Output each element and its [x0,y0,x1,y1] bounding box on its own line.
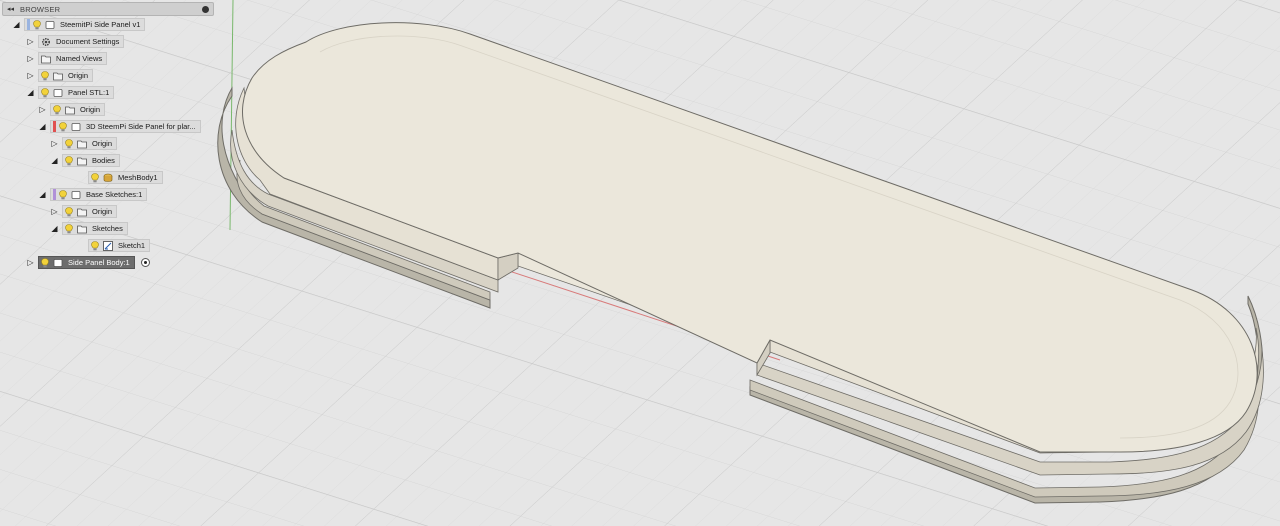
browser-node-label: Side Panel Body:1 [68,258,130,267]
collapsed-triangle-icon[interactable]: ▷ [50,139,59,148]
collapsed-triangle-icon[interactable]: ▷ [26,37,35,46]
browser-node-label: Origin [92,139,113,148]
collapsed-triangle-icon[interactable]: ▷ [38,105,47,114]
pin-panel-icon[interactable] [202,5,209,13]
browser-node-label: SteemitPi Side Panel v1 [60,20,141,29]
browser-row[interactable]: ◢ Sketches [50,222,128,235]
browser-node-label: Document Settings [56,37,120,46]
folder-icon [77,156,87,166]
component-icon [71,122,81,132]
component-icon [53,88,63,98]
browser-node-label: Origin [92,207,113,216]
browser-node[interactable]: Base Sketches:1 [50,188,148,201]
browser-row[interactable]: ▷ Side Panel Body:1 [26,256,150,269]
sketch-icon [103,240,113,251]
browser-node[interactable]: Side Panel Body:1 [38,256,135,269]
visibility-bulb-icon[interactable] [91,240,99,251]
browser-node[interactable]: Document Settings [38,35,125,48]
visibility-bulb-icon[interactable] [41,70,49,81]
browser-node[interactable]: SteemitPi Side Panel v1 [24,18,146,31]
browser-node[interactable]: Named Views [38,52,108,65]
visibility-bulb-icon[interactable] [65,206,73,217]
expanded-triangle-icon[interactable]: ◢ [38,122,47,131]
expanded-triangle-icon[interactable]: ◢ [50,224,59,233]
component-icon [45,20,55,30]
component-color-bar [27,19,30,30]
browser-row[interactable]: ◢ SteemitPi Side Panel v1 [12,18,146,31]
visibility-bulb-icon[interactable] [65,155,73,166]
browser-node[interactable]: Origin [62,205,118,218]
visibility-bulb-icon[interactable] [59,121,67,132]
folder-icon [53,71,63,81]
gear-icon [41,37,51,47]
browser-row[interactable]: ◢ Bodies [50,154,120,167]
expanded-triangle-icon[interactable]: ◢ [38,190,47,199]
collapse-panel-icon[interactable]: ◂◂ [7,5,14,13]
browser-node[interactable]: Origin [38,69,94,82]
collapsed-triangle-icon[interactable]: ▷ [50,207,59,216]
expanded-triangle-icon[interactable]: ◢ [26,88,35,97]
browser-row[interactable]: ◢ Panel STL:1 [26,86,115,99]
browser-node[interactable]: Sketch1 [88,239,151,252]
browser-node[interactable]: 3D SteemPi Side Panel for plar... [50,120,201,133]
component-color-bar [53,189,56,200]
browser-node-label: Origin [68,71,89,80]
browser-row[interactable]: ▷ Named Views [26,52,108,65]
browser-node-label: 3D SteemPi Side Panel for plar... [86,122,196,131]
folder-icon [65,105,75,115]
browser-row[interactable]: ▷ Origin [26,69,94,82]
browser-row[interactable]: ◢ Base Sketches:1 [38,188,148,201]
mesh-body-icon [103,173,113,183]
collapsed-triangle-icon[interactable]: ▷ [26,71,35,80]
component-icon [53,258,63,268]
browser-header: ◂◂ BROWSER [2,2,214,16]
browser-node[interactable]: Origin [50,103,106,116]
browser-row[interactable]: ▷ Document Settings [26,35,125,48]
visibility-bulb-icon[interactable] [91,172,99,183]
visibility-bulb-icon[interactable] [53,104,61,115]
browser-row[interactable]: MeshBody1 [76,171,163,184]
collapsed-triangle-icon[interactable]: ▷ [26,54,35,63]
browser-node[interactable]: MeshBody1 [88,171,163,184]
browser-node[interactable]: Sketches [62,222,128,235]
browser-node[interactable]: Bodies [62,154,120,167]
visibility-bulb-icon[interactable] [59,189,67,200]
folder-icon [77,139,87,149]
folder-icon [41,54,51,64]
expanded-triangle-icon[interactable]: ◢ [12,20,21,29]
folder-icon [77,224,87,234]
visibility-bulb-icon[interactable] [33,19,41,30]
visibility-bulb-icon[interactable] [65,223,73,234]
collapsed-triangle-icon[interactable]: ▷ [26,258,35,267]
folder-icon [77,207,87,217]
browser-row[interactable]: ▷ Origin [38,103,106,116]
browser-row[interactable]: ▷ Origin [50,137,118,150]
expanded-triangle-icon[interactable]: ◢ [50,156,59,165]
browser-row[interactable]: Sketch1 [76,239,151,252]
3d-viewport[interactable] [0,0,1280,526]
browser-node-label: Base Sketches:1 [86,190,143,199]
visibility-bulb-icon[interactable] [41,257,49,268]
browser-node[interactable]: Origin [62,137,118,150]
browser-panel[interactable]: ◂◂ BROWSER ◢ SteemitPi Side Panel v1 ▷ Docu… [2,2,214,269]
browser-node-label: Sketch1 [118,241,146,250]
component-color-bar [53,121,56,132]
browser-node-label: Sketches [92,224,123,233]
browser-node-label: Named Views [56,54,103,63]
activate-component-radio-icon[interactable] [140,258,150,267]
browser-title: BROWSER [20,4,61,14]
visibility-bulb-icon[interactable] [65,138,73,149]
component-icon [71,190,81,200]
browser-row[interactable]: ◢ 3D SteemPi Side Panel for plar... [38,120,201,133]
browser-node[interactable]: Panel STL:1 [38,86,115,99]
browser-node-label: MeshBody1 [118,173,158,182]
browser-node-label: Origin [80,105,101,114]
browser-node-label: Panel STL:1 [68,88,110,97]
browser-row[interactable]: ▷ Origin [50,205,118,218]
visibility-bulb-icon[interactable] [41,87,49,98]
browser-node-label: Bodies [92,156,115,165]
